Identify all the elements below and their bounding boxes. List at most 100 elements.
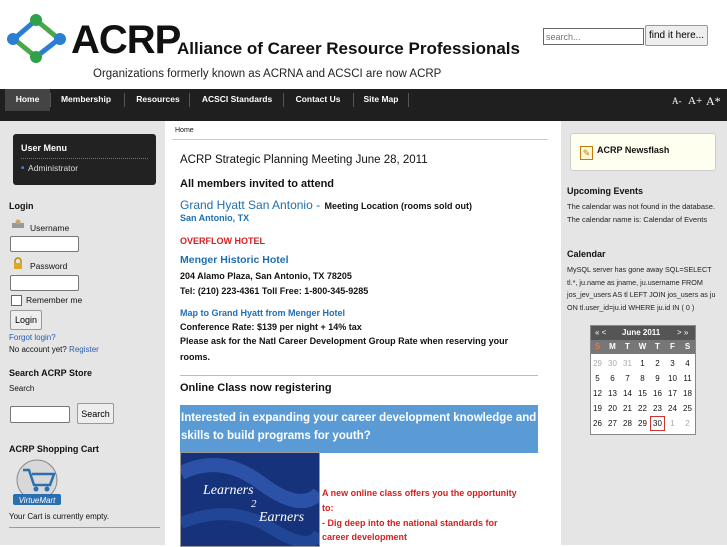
calendar-day[interactable]: 30 [605,356,620,371]
hotel1-line: Grand Hyatt San Antonio - Meeting Locati… [180,196,472,214]
calendar-day[interactable]: 26 [590,416,605,431]
calendar-day[interactable]: 1 [635,356,650,371]
register-link[interactable]: Register [69,345,99,354]
user-menu: User Menu Administrator [13,134,156,185]
article-title[interactable]: ACRP Strategic Planning Meeting June 28,… [180,154,428,166]
book-title-number: 2 [251,498,257,510]
upcoming-events-heading: Upcoming Events [567,186,644,196]
hotel2-link[interactable]: Menger Historic Hotel [180,254,289,266]
calendar-day[interactable]: 27 [605,416,620,431]
site-search-input[interactable] [543,28,644,45]
banner-line1: Interested in expanding your career deve… [181,412,537,424]
calendar-day[interactable]: 28 [620,416,635,431]
login-heading: Login [9,201,34,211]
breadcrumb[interactable]: Home [175,127,194,134]
store-search-input[interactable] [10,406,70,423]
calendar-day[interactable]: 22 [635,401,650,416]
calendar-day[interactable]: 10 [665,371,680,386]
calendar-prev-button[interactable]: « < [595,328,606,337]
password-input[interactable] [10,275,79,291]
calendar-next-button[interactable]: > » [677,328,688,337]
logo-text: ACRP [71,18,181,62]
nav-site-map[interactable]: Site Map [359,89,403,111]
promo-line3: - Dig deep into the national standards f… [322,518,498,528]
calendar-day[interactable]: 6 [605,371,620,386]
font-reset-button[interactable]: A* [706,94,721,109]
invite-heading: All members invited to attend [180,178,335,190]
user-icon [12,219,24,228]
remember-me-label: Remember me [26,295,83,305]
calendar-day[interactable]: 1 [665,416,680,431]
promo-line1: A new online class offers you the opport… [322,488,517,498]
calendar-day[interactable]: 2 [680,416,695,431]
right-sidebar: ✎ ACRP Newsflash Upcoming Events The cal… [561,121,727,545]
learners-to-earners-book-image: Learners 2 Earners [180,452,320,547]
main-nav: Home Membership Resources ACSCI Standard… [0,89,727,121]
calendar-day-name: S [594,342,601,351]
calendar-day[interactable]: 31 [620,356,635,371]
virtuemart-cart-icon: VirtueMart [13,459,61,505]
hotel1-link[interactable]: Grand Hyatt San Antonio - [180,198,320,212]
calendar-day[interactable]: 19 [590,401,605,416]
store-search-heading: Search ACRP Store [9,368,93,378]
calendar-day[interactable]: 21 [620,401,635,416]
cart-empty-text: Your Cart is currently empty. [9,512,110,521]
store-search-button[interactable]: Search [77,403,114,424]
promo-line4: career development [322,532,408,542]
calendar-day[interactable]: 16 [650,386,665,401]
divider [180,375,538,376]
calendar-day[interactable]: 3 [665,356,680,371]
calendar-error-text: MySQL server has gone away SQL=SELECT tl… [567,265,716,312]
username-input[interactable] [10,236,79,252]
calendar-day[interactable]: 29 [635,416,650,431]
org-full-name: Alliance of Career Resource Professional… [177,39,520,58]
remember-me-checkbox[interactable] [11,295,22,306]
calendar-day[interactable]: 23 [650,401,665,416]
newsflash-title[interactable]: ACRP Newsflash [597,145,669,155]
calendar-day[interactable]: 24 [665,401,680,416]
online-class-title[interactable]: Online Class now registering [180,382,332,394]
calendar-day[interactable]: 4 [680,356,695,371]
map-link[interactable]: Map to Grand Hyatt from Menger Hotel [180,308,345,318]
nav-resources[interactable]: Resources [130,89,186,111]
calendar-day[interactable]: 12 [590,386,605,401]
calendar-day[interactable]: 8 [635,371,650,386]
group-rate-line1: Please ask for the Natl Career Developme… [180,336,509,346]
calendar-day[interactable]: 11 [680,371,695,386]
nav-membership[interactable]: Membership [56,89,116,111]
virtuemart-logo-text: VirtueMart [19,496,57,505]
calendar-day-name: M [609,342,616,351]
login-button[interactable]: Login [10,310,42,330]
calendar-day[interactable]: 14 [620,386,635,401]
no-account-label: No account yet? [9,345,67,354]
font-increase-button[interactable]: A+ [688,95,702,107]
font-decrease-button[interactable]: A- [672,96,682,106]
calendar-day[interactable]: 7 [620,371,635,386]
forgot-login-link[interactable]: Forgot login? [9,333,56,342]
calendar-day[interactable]: 25 [680,401,695,416]
nav-divider [50,93,51,107]
calendar-day[interactable]: 13 [605,386,620,401]
username-label: Username [30,223,70,233]
calendar-day[interactable]: 15 [635,386,650,401]
calendar-day-name: W [638,342,647,351]
calendar-day[interactable]: 5 [590,371,605,386]
calendar-day[interactable]: 2 [650,356,665,371]
book-title-word1: Learners [203,483,254,498]
calendar-day[interactable]: 18 [680,386,695,401]
nav-contact-us[interactable]: Contact Us [289,89,347,111]
calendar-day[interactable]: 20 [605,401,620,416]
nav-acsci-standards[interactable]: ACSCI Standards [196,89,278,111]
user-menu-item-administrator[interactable]: Administrator [21,163,78,173]
nav-divider [189,93,190,107]
lock-icon [14,257,22,269]
left-sidebar: User Menu Administrator Login Username P… [0,121,165,545]
site-search-button[interactable]: find it here... [645,25,708,46]
divider [21,158,148,160]
nav-home[interactable]: Home [5,89,50,111]
promo-banner: Interested in expanding your career deve… [180,405,538,453]
calendar-day[interactable]: 30 [650,416,665,431]
calendar-day[interactable]: 29 [590,356,605,371]
calendar-day[interactable]: 9 [650,371,665,386]
calendar-day[interactable]: 17 [665,386,680,401]
